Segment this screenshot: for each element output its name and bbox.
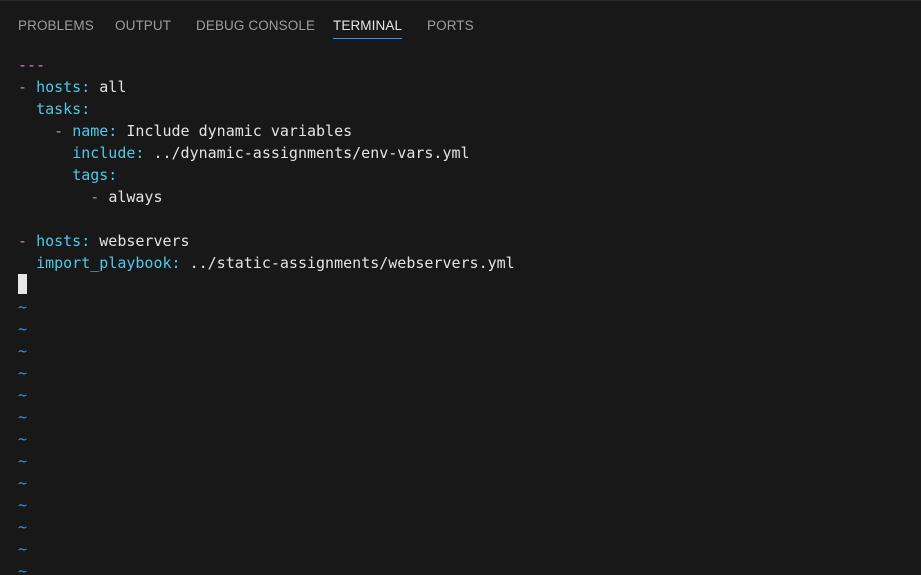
tab-ports[interactable]: PORTS [427,18,474,33]
tab-problems[interactable]: PROBLEMS [18,18,94,33]
terminal-panel: PROBLEMS OUTPUT DEBUG CONSOLE TERMINAL P… [0,0,921,575]
task-include-line: include: ../dynamic-assignments/env-vars… [72,144,470,162]
empty-line-marker: ~ [18,298,28,316]
play2-hosts-line: - hosts: webservers [18,232,190,250]
terminal-editor[interactable]: --- - hosts: all tasks: - name: Include … [18,54,908,575]
empty-line-marker: ~ [18,474,28,492]
doc-start-line: --- [18,56,46,74]
empty-line-marker: ~ [18,364,28,382]
empty-line-marker: ~ [18,496,28,514]
empty-line-marker: ~ [18,430,28,448]
empty-line-marker: ~ [18,342,28,360]
tab-output[interactable]: OUTPUT [115,18,171,33]
empty-line-marker: ~ [18,540,28,558]
cursor-line [18,274,908,296]
task-tag-value-line: - always [90,188,163,206]
play1-tasks-line: tasks: [36,100,91,118]
empty-line-marker: ~ [18,408,28,426]
tab-debug-console[interactable]: DEBUG CONSOLE [196,18,315,33]
empty-line-marker: ~ [18,562,28,575]
empty-line-marker: ~ [18,518,28,536]
empty-line-marker: ~ [18,386,28,404]
text-cursor [18,274,27,294]
panel-tab-bar: PROBLEMS OUTPUT DEBUG CONSOLE TERMINAL P… [0,0,921,44]
play2-import-line: import_playbook: ../static-assignments/w… [36,254,515,272]
task-name-line: - name: Include dynamic variables [54,122,353,140]
empty-line-marker: ~ [18,452,28,470]
task-tags-line: tags: [72,166,118,184]
play1-hosts-line: - hosts: all [18,78,127,96]
tab-terminal[interactable]: TERMINAL [333,18,403,39]
empty-line-marker: ~ [18,320,28,338]
